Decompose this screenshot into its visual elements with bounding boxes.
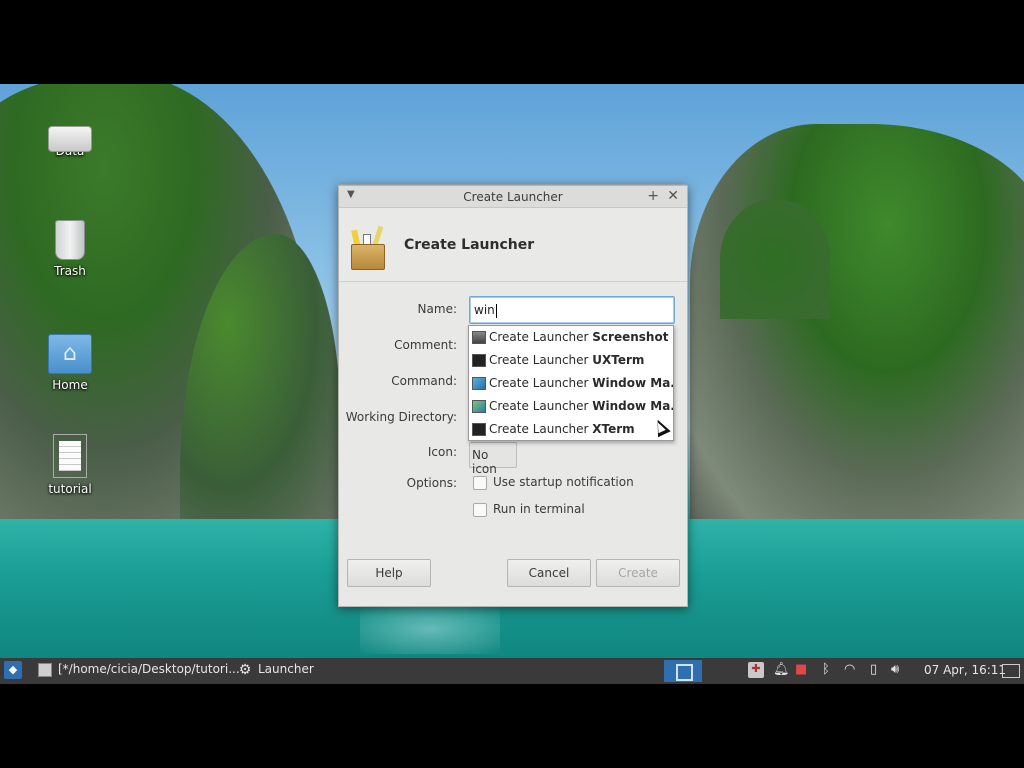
battery-icon[interactable]: ▯ bbox=[870, 662, 877, 677]
completion-item-prefix: Create Launcher bbox=[489, 330, 593, 344]
launcher-toolbox-icon bbox=[349, 225, 387, 270]
comment-label: Comment: bbox=[394, 338, 457, 352]
completion-item[interactable]: Create Launcher Screenshot bbox=[469, 326, 673, 349]
desktop-icon-trash[interactable]: Trash bbox=[30, 220, 110, 278]
drive-icon bbox=[48, 126, 92, 152]
workspace-switcher[interactable] bbox=[664, 660, 702, 682]
name-completion-popup: Create Launcher Screenshot Create Launch… bbox=[468, 325, 674, 441]
command-label: Command: bbox=[391, 374, 457, 388]
dialog-header: Create Launcher bbox=[339, 208, 687, 282]
desktop-icon-home[interactable]: Home bbox=[30, 334, 110, 392]
completion-item-match: UXTerm bbox=[592, 353, 645, 367]
run-in-terminal-checkbox[interactable]: Run in terminal bbox=[473, 502, 585, 517]
stick-window-icon[interactable]: + bbox=[647, 188, 659, 204]
wallpaper-cliff-right-peak bbox=[720, 199, 830, 319]
icon-picker-button[interactable]: No icon bbox=[469, 442, 517, 476]
completion-item[interactable]: Create Launcher XTerm bbox=[469, 418, 673, 441]
working-directory-label: Working Directory: bbox=[345, 410, 457, 424]
completion-item-prefix: Create Launcher bbox=[489, 353, 593, 367]
help-button[interactable]: Help bbox=[347, 559, 431, 587]
startup-notification-checkbox[interactable]: Use startup notification bbox=[473, 475, 634, 490]
show-desktop-icon[interactable] bbox=[1002, 664, 1020, 678]
taskbar-task-label: [*/home/cicia/Desktop/tutori... bbox=[58, 662, 240, 676]
home-folder-icon bbox=[48, 334, 92, 374]
trash-icon bbox=[55, 220, 85, 260]
desktop-icon-data[interactable]: Data bbox=[30, 114, 110, 158]
completion-item-prefix: Create Launcher bbox=[489, 376, 593, 390]
screen-recorder-icon[interactable]: ■ bbox=[795, 662, 807, 677]
letterbox-bottom bbox=[0, 684, 1024, 768]
create-button[interactable]: Create bbox=[596, 559, 680, 587]
checkbox-box[interactable] bbox=[473, 502, 487, 517]
completion-item[interactable]: Create Launcher Window Ma... bbox=[469, 395, 673, 418]
name-input-value: win bbox=[474, 303, 495, 317]
completion-item-match: Window Ma... bbox=[592, 376, 673, 390]
checkbox-box[interactable] bbox=[473, 475, 487, 490]
gear-icon: ⚙ bbox=[238, 661, 252, 678]
screenshot-icon bbox=[472, 331, 486, 344]
taskbar-task-label: Launcher bbox=[258, 662, 314, 676]
wifi-icon[interactable]: ◠ bbox=[844, 662, 855, 677]
wallpaper-cliff-right bbox=[690, 124, 1024, 524]
name-input[interactable]: win bbox=[469, 296, 675, 324]
volume-icon[interactable]: 🔊︎ bbox=[891, 662, 899, 677]
icon-label: Icon: bbox=[427, 445, 457, 459]
dialog-header-title: Create Launcher bbox=[404, 237, 535, 253]
completion-item[interactable]: Create Launcher UXTerm bbox=[469, 349, 673, 372]
completion-item[interactable]: Create Launcher Window Ma... bbox=[469, 372, 673, 395]
updates-tray-icon[interactable]: ✚ bbox=[748, 662, 764, 678]
completion-item-match: Window Ma... bbox=[592, 399, 673, 413]
terminal-icon bbox=[472, 423, 486, 436]
letterbox-top bbox=[0, 0, 1024, 84]
bluetooth-icon[interactable]: ᛒ bbox=[822, 662, 830, 677]
desktop-icon-label: Home bbox=[52, 378, 88, 392]
desktop-icon-label: tutorial bbox=[48, 482, 92, 496]
clock[interactable]: 07 Apr, 16:11 bbox=[924, 663, 1006, 677]
document-icon bbox=[53, 434, 87, 478]
window-manager-settings-icon bbox=[472, 400, 486, 413]
completion-item-match: Screenshot bbox=[592, 330, 669, 344]
terminal-icon bbox=[472, 354, 486, 367]
dialog-window-title: Create Launcher bbox=[463, 190, 563, 204]
cancel-button[interactable]: Cancel bbox=[507, 559, 591, 587]
wallpaper-reflection bbox=[360, 604, 500, 654]
desktop-icon-label: Trash bbox=[54, 264, 86, 278]
name-label: Name: bbox=[417, 302, 457, 316]
text-editor-icon bbox=[38, 662, 52, 677]
completion-item-match: XTerm bbox=[592, 422, 635, 436]
close-icon[interactable]: ✕ bbox=[667, 188, 679, 204]
taskbar: ◆ [*/home/cicia/Desktop/tutori... ⚙ Launc… bbox=[0, 658, 1024, 684]
desktop-icon-tutorial[interactable]: tutorial bbox=[30, 434, 110, 496]
completion-item-prefix: Create Launcher bbox=[489, 399, 593, 413]
text-caret bbox=[495, 303, 497, 318]
notification-bell-icon[interactable]: 🔔︎ bbox=[773, 662, 790, 677]
taskbar-task-editor[interactable]: [*/home/cicia/Desktop/tutori... bbox=[38, 662, 240, 680]
options-label: Options: bbox=[406, 476, 457, 490]
window-manager-icon bbox=[472, 377, 486, 390]
startup-notification-label: Use startup notification bbox=[493, 475, 634, 489]
run-in-terminal-label: Run in terminal bbox=[493, 502, 585, 516]
completion-item-prefix: Create Launcher bbox=[489, 422, 593, 436]
whisker-menu-icon[interactable]: ◆ bbox=[4, 661, 22, 679]
taskbar-task-launcher[interactable]: ⚙ Launcher bbox=[238, 662, 314, 680]
dialog-titlebar[interactable]: ▼ Create Launcher + ✕ bbox=[339, 186, 687, 208]
